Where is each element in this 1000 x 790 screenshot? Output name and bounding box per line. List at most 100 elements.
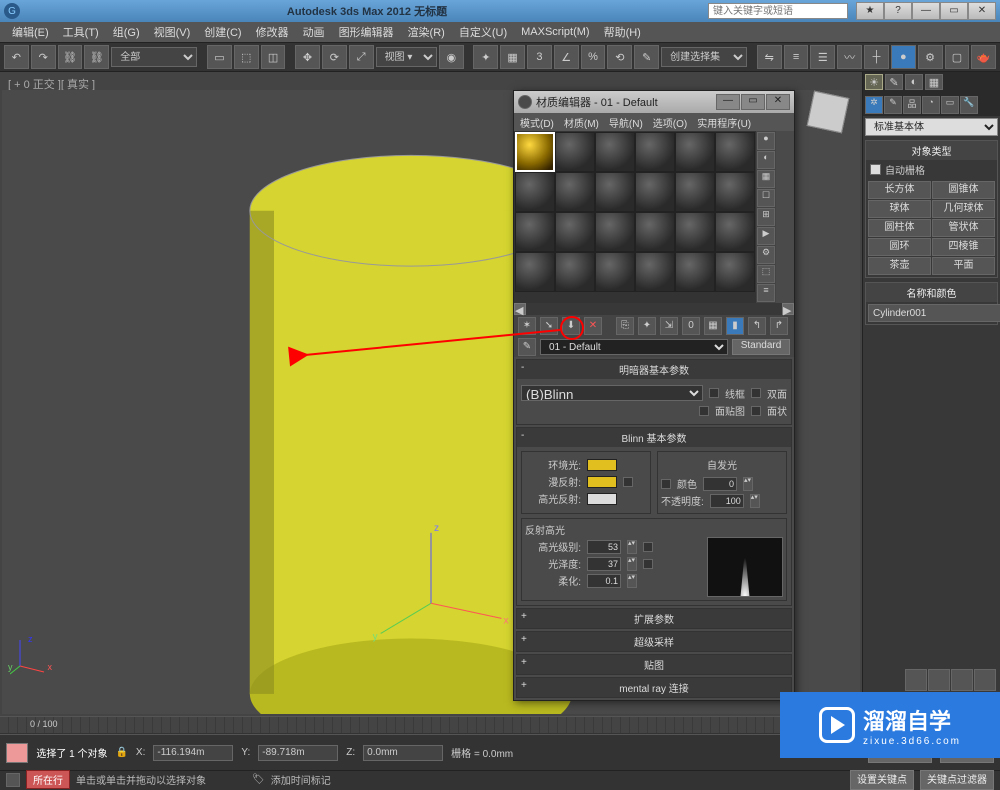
addtime-label[interactable]: 添加时间标记 (271, 772, 331, 787)
mat-close[interactable]: ✕ (766, 94, 790, 110)
mat-slot-13[interactable] (515, 212, 555, 252)
mat-slot-6[interactable] (715, 132, 755, 172)
shader-dropdown[interactable]: (B)Blinn (521, 385, 703, 401)
rotate-icon[interactable]: ⟳ (322, 45, 347, 69)
window-min[interactable]: — (912, 2, 940, 20)
mat-slot-16[interactable] (635, 212, 675, 252)
matlib-icon[interactable]: ≡ (757, 284, 775, 302)
btn-a[interactable]: ★ (856, 2, 884, 20)
rollout-maps[interactable]: +贴图 (517, 655, 791, 674)
diffuse-swatch[interactable] (587, 476, 617, 488)
mat-slot-7[interactable] (515, 172, 555, 212)
viewcube[interactable] (804, 88, 852, 136)
render-frame-icon[interactable]: ▢ (945, 45, 970, 69)
speclevel-spinner[interactable] (587, 540, 621, 554)
mat-slot-18[interactable] (715, 212, 755, 252)
toggle-sun-icon[interactable]: ☀ (865, 74, 883, 90)
mat-slot-23[interactable] (675, 252, 715, 292)
mirror-icon[interactable]: ⇋ (757, 45, 782, 69)
options-icon[interactable]: ⚙ (757, 246, 775, 264)
render-icon[interactable]: 🫖 (971, 45, 996, 69)
select-by-mat-icon[interactable]: ⬚ (757, 265, 775, 283)
menu-render[interactable]: 渲染(R) (402, 22, 451, 42)
redo-icon[interactable]: ↷ (31, 45, 56, 69)
rollout-extended[interactable]: +扩展参数 (517, 609, 791, 628)
link-icon[interactable]: ⛓ (58, 45, 83, 69)
menu-edit[interactable]: 编辑(E) (6, 22, 55, 42)
faceted-checkbox[interactable] (751, 406, 761, 416)
nav-zoomext-icon[interactable] (951, 669, 973, 691)
selfillum-spinner[interactable] (703, 477, 737, 491)
script-icon[interactable] (6, 773, 20, 787)
btn-b[interactable]: ? (884, 2, 912, 20)
make-copy-icon[interactable]: ⎘ (616, 317, 634, 335)
coord-z[interactable] (363, 745, 443, 761)
coord-x[interactable] (153, 745, 233, 761)
mat-menu-mode[interactable]: 模式(D) (520, 115, 554, 130)
menu-group[interactable]: 组(G) (107, 22, 146, 42)
toggle-b-icon[interactable]: ✎ (885, 74, 903, 90)
mat-menu-util[interactable]: 实用程序(U) (697, 115, 751, 130)
spinner-icon[interactable]: ⟲ (607, 45, 632, 69)
mat-slot-9[interactable] (595, 172, 635, 212)
btn-pyramid[interactable]: 四棱锥 (932, 238, 995, 256)
mat-slot-1[interactable] (515, 132, 555, 172)
autogrid-checkbox[interactable] (870, 164, 881, 175)
selfillum-check[interactable] (661, 479, 671, 489)
btn-cylinder[interactable]: 圆柱体 (868, 219, 931, 237)
window-close[interactable]: ✕ (968, 2, 996, 20)
window-max[interactable]: ▭ (940, 2, 968, 20)
rollout-supersample[interactable]: +超级采样 (517, 632, 791, 651)
background-icon[interactable]: ▦ (757, 170, 775, 188)
menu-tools[interactable]: 工具(T) (57, 22, 105, 42)
mat-hscroll[interactable]: ◀▶ (514, 303, 794, 315)
scale-icon[interactable]: ⤢ (349, 45, 374, 69)
nav-pan-icon[interactable] (905, 669, 927, 691)
blinn-title[interactable]: Blinn 基本参数 (621, 434, 686, 445)
named-sel-dropdown[interactable]: 创建选择集 (661, 47, 747, 67)
wire-checkbox[interactable] (709, 388, 719, 398)
go-sibling-icon[interactable]: ↱ (770, 317, 788, 335)
mat-slot-20[interactable] (555, 252, 595, 292)
mat-slot-14[interactable] (555, 212, 595, 252)
loc-badge[interactable]: 所在行 (26, 770, 70, 789)
ambient-swatch[interactable] (587, 459, 617, 471)
pick-icon[interactable]: ✎ (518, 338, 536, 356)
status-swatch[interactable] (6, 743, 28, 763)
go-parent-icon[interactable]: ↰ (748, 317, 766, 335)
assign-to-selection-icon[interactable]: ⬇ (562, 317, 580, 335)
mateffect-icon[interactable]: 0 (682, 317, 700, 335)
shader-rollout-title[interactable]: 明暗器基本参数 (619, 366, 689, 377)
select-region-icon[interactable]: ⬚ (234, 45, 259, 69)
menu-custom[interactable]: 自定义(U) (453, 22, 513, 42)
undo-icon[interactable]: ↶ (4, 45, 29, 69)
mat-slot-17[interactable] (675, 212, 715, 252)
mat-slot-24[interactable] (715, 252, 755, 292)
tab-motion[interactable]: ◔ (922, 96, 940, 114)
btn-box[interactable]: 长方体 (868, 181, 931, 199)
menu-help[interactable]: 帮助(H) (598, 22, 647, 42)
mat-slot-2[interactable] (555, 132, 595, 172)
material-name-dropdown[interactable]: 01 - Default (540, 339, 728, 355)
mat-slot-10[interactable] (635, 172, 675, 212)
put-to-lib-icon[interactable]: ⇲ (660, 317, 678, 335)
schematic-icon[interactable]: ┼ (864, 45, 889, 69)
sample-type-icon[interactable]: ● (757, 132, 775, 150)
btn-cone[interactable]: 圆锥体 (932, 181, 995, 199)
help-search-input[interactable] (708, 3, 848, 19)
keymode-icon[interactable]: ▦ (500, 45, 525, 69)
btn-geosphere[interactable]: 几何球体 (932, 200, 995, 218)
mat-menu-material[interactable]: 材质(M) (564, 115, 599, 130)
mat-slot-3[interactable] (595, 132, 635, 172)
show-end-icon[interactable]: ▮ (726, 317, 744, 335)
mat-slot-4[interactable] (635, 132, 675, 172)
material-editor-icon[interactable]: ● (891, 45, 916, 69)
btn-torus[interactable]: 圆环 (868, 238, 931, 256)
tab-hierarchy[interactable]: 品 (903, 96, 921, 114)
reset-icon[interactable]: ✕ (584, 317, 602, 335)
toggle-d-icon[interactable]: ▦ (925, 74, 943, 90)
snap-icon[interactable]: 3 (527, 45, 552, 69)
specular-swatch[interactable] (587, 493, 617, 505)
soften-spinner[interactable] (587, 574, 621, 588)
keyfilter-button[interactable]: 关键点过滤器 (920, 770, 994, 790)
